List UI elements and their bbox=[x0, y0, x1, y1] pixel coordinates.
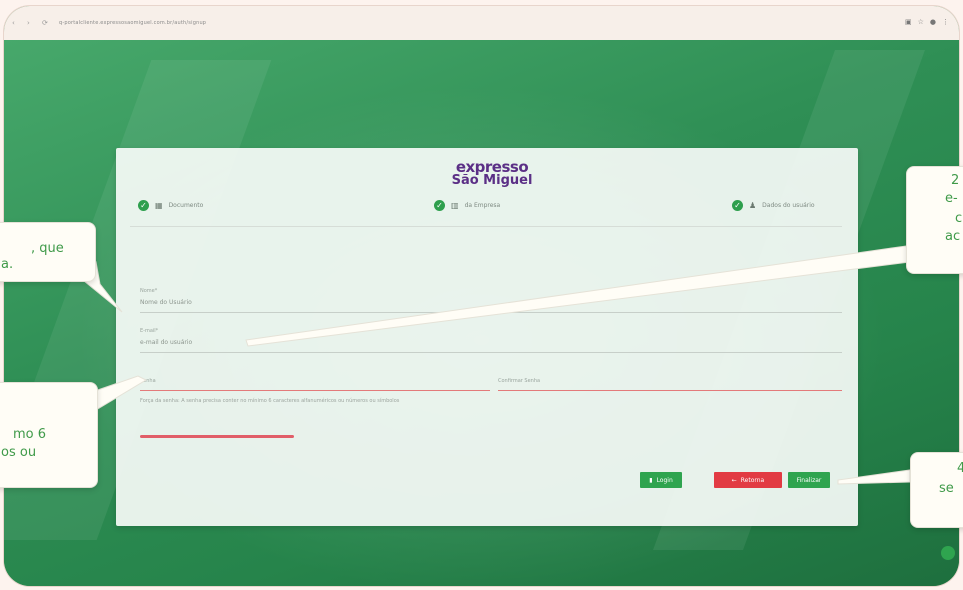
divider bbox=[130, 226, 842, 227]
step-documento[interactable]: ✓ ▦ Documento bbox=[138, 200, 203, 211]
logo-line-1: expresso bbox=[455, 158, 529, 176]
callout-3: mo 6 os ou bbox=[0, 382, 98, 488]
reload-icon[interactable]: ⟳ bbox=[42, 19, 49, 27]
browser-toolbar-icons: ▣ ☆ ● ⋮ bbox=[905, 18, 949, 26]
password-strength-hint: Força da senha: A senha precisa conter n… bbox=[140, 398, 400, 404]
back-button[interactable]: ← Retorna bbox=[714, 472, 782, 488]
callout-1: , que a. bbox=[0, 222, 96, 282]
logo-line-2: São Miguel bbox=[451, 173, 533, 188]
step-label: Documento bbox=[168, 202, 204, 209]
email-field[interactable]: E-mail* e-mail do usuário bbox=[140, 328, 842, 353]
building-icon: ▥ bbox=[451, 201, 459, 210]
step-label: Dados do usuário bbox=[762, 202, 815, 209]
callout-2-line-1: 2 bbox=[951, 173, 960, 188]
callout-3-line-2: os ou bbox=[1, 445, 37, 460]
profile-icon[interactable]: ● bbox=[930, 18, 936, 26]
callout-2: 2 e- c ac bbox=[906, 166, 963, 274]
back-button-label: Retorna bbox=[740, 476, 765, 484]
login-button-label: Login bbox=[656, 476, 673, 484]
arrow-left-icon: ← bbox=[731, 476, 737, 484]
address-bar[interactable]: ‹ › ⟳ q-portalcliente.expressosaomiguel.… bbox=[4, 6, 959, 40]
callout-2-line-3: c bbox=[955, 211, 963, 226]
step-dados-usuario[interactable]: ✓ ♟ Dados do usuário bbox=[732, 200, 815, 211]
step-empresa[interactable]: ✓ ▥ da Empresa bbox=[434, 200, 500, 211]
callout-4-line-1: 4 bbox=[957, 461, 963, 476]
email-field-value[interactable]: e-mail do usuário bbox=[140, 339, 192, 346]
stepper: ✓ ▦ Documento ✓ ▥ da Empresa ✓ ♟ Dados d… bbox=[138, 200, 838, 216]
check-icon: ✓ bbox=[732, 200, 743, 211]
password-field[interactable]: Senha bbox=[140, 376, 490, 391]
name-field-value[interactable]: Nome do Usuário bbox=[140, 299, 192, 306]
signup-card: expresso São Miguel ✓ ▦ Documento ✓ ▥ da… bbox=[116, 148, 858, 526]
step-label: da Empresa bbox=[464, 202, 501, 209]
name-field-label: Nome* bbox=[140, 288, 158, 294]
callout-3-line-1: mo 6 bbox=[13, 427, 47, 442]
email-field-label: E-mail* bbox=[140, 328, 159, 334]
finish-button-label: Finalizar bbox=[796, 476, 822, 484]
browser-window: ‹ › ⟳ q-portalcliente.expressosaomiguel.… bbox=[4, 6, 959, 586]
callout-4: 4 se bbox=[910, 452, 963, 528]
password-field-label: Senha bbox=[140, 378, 156, 384]
star-icon[interactable]: ☆ bbox=[918, 18, 924, 26]
forward-icon[interactable]: › bbox=[27, 19, 34, 27]
extensions-icon[interactable]: ▣ bbox=[905, 18, 912, 26]
name-field[interactable]: Nome* Nome do Usuário bbox=[140, 288, 842, 313]
url-text[interactable]: q-portalcliente.expressosaomiguel.com.br… bbox=[59, 20, 206, 26]
login-button[interactable]: ▮ Login bbox=[640, 472, 682, 488]
password-strength-bar bbox=[140, 435, 294, 438]
callout-1-line-2: a. bbox=[1, 257, 14, 272]
callout-4-line-2: se bbox=[939, 481, 954, 496]
chat-bubble-icon[interactable] bbox=[941, 546, 955, 560]
user-icon: ♟ bbox=[749, 201, 757, 210]
callout-2-line-4: ac bbox=[945, 229, 961, 244]
login-icon: ▮ bbox=[649, 476, 653, 484]
callout-1-line-1: , que bbox=[31, 241, 64, 256]
finish-button[interactable]: Finalizar bbox=[788, 472, 830, 488]
check-icon: ✓ bbox=[138, 200, 149, 211]
confirm-password-field[interactable]: Confirmar Senha bbox=[498, 376, 842, 391]
company-logo: expresso São Miguel bbox=[442, 160, 542, 188]
confirm-password-field-label: Confirmar Senha bbox=[498, 378, 541, 384]
check-icon: ✓ bbox=[434, 200, 445, 211]
document-icon: ▦ bbox=[155, 201, 163, 210]
menu-icon[interactable]: ⋮ bbox=[942, 18, 949, 26]
callout-2-line-2: e- bbox=[945, 191, 958, 206]
back-icon[interactable]: ‹ bbox=[12, 19, 19, 27]
